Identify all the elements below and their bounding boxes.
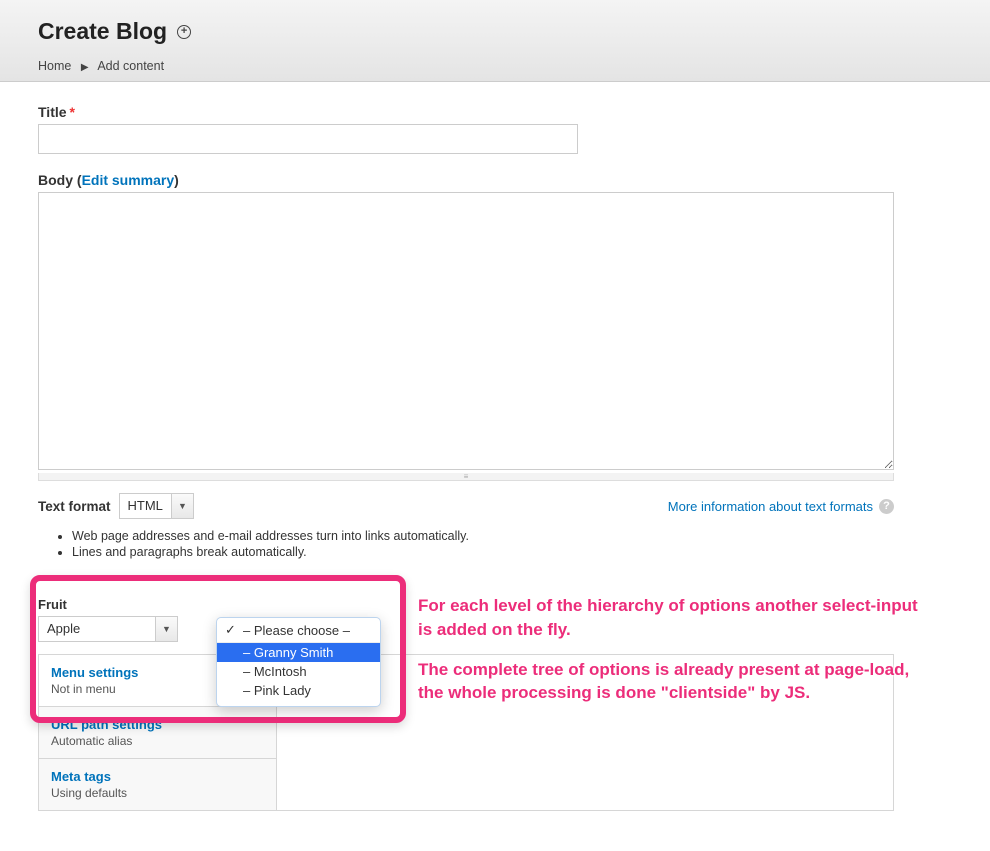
tab-title: Meta tags (51, 769, 264, 784)
fruit-label: Fruit (38, 597, 198, 612)
format-tip: Web page addresses and e-mail addresses … (72, 529, 952, 543)
breadcrumb-add-content[interactable]: Add content (97, 59, 164, 73)
textarea-resize-handle[interactable]: ≡ (38, 473, 894, 481)
annotation-callout: For each level of the hierarchy of optio… (418, 594, 918, 721)
page-title: Create Blog (38, 18, 167, 45)
more-info-link[interactable]: More information about text formats (668, 499, 873, 514)
dropdown-option-mcintosh[interactable]: – McIntosh (217, 662, 380, 681)
body-field: Body (Edit summary) ≡ Text format HTML ▼… (38, 172, 952, 559)
dropdown-placeholder: – Please choose – (243, 623, 350, 638)
breadcrumb-home[interactable]: Home (38, 59, 71, 73)
body-textarea[interactable] (38, 192, 894, 470)
tab-meta-tags[interactable]: Meta tags Using defaults (39, 759, 276, 810)
body-label-prefix: Body ( (38, 172, 82, 188)
tab-subtitle: Using defaults (51, 786, 264, 800)
body-label: Body (Edit summary) (38, 172, 952, 188)
title-label-text: Title (38, 104, 67, 120)
text-format-value: HTML (120, 494, 171, 518)
chevron-right-icon: ▶ (81, 62, 89, 73)
title-field: Title* (38, 104, 952, 154)
tab-url-path-settings[interactable]: URL path settings Automatic alias (39, 707, 276, 759)
checkmark-icon: ✓ (225, 622, 243, 638)
annotation-line-1: For each level of the hierarchy of optio… (418, 594, 918, 642)
title-input[interactable] (38, 124, 578, 154)
dropdown-current[interactable]: ✓ – Please choose – (217, 618, 380, 643)
tab-subtitle: Automatic alias (51, 734, 264, 748)
chevron-down-icon: ▼ (155, 617, 177, 641)
edit-summary-link[interactable]: Edit summary (82, 172, 175, 188)
title-label: Title* (38, 104, 952, 120)
chevron-down-icon: ▼ (171, 494, 193, 518)
add-icon[interactable]: + (177, 25, 191, 39)
fruit-level1-select[interactable]: Apple ▼ (38, 616, 178, 642)
dropdown-option-granny-smith[interactable]: – Granny Smith (217, 643, 380, 662)
breadcrumb: Home ▶ Add content (38, 59, 952, 73)
body-label-suffix: ) (174, 172, 179, 188)
text-format-label: Text format (38, 499, 111, 514)
fruit-level1-value: Apple (39, 617, 155, 641)
text-format-select[interactable]: HTML ▼ (119, 493, 194, 519)
format-tips: Web page addresses and e-mail addresses … (58, 529, 952, 559)
header-bar: Create Blog + Home ▶ Add content (0, 0, 990, 82)
help-icon[interactable]: ? (879, 499, 894, 514)
required-marker: * (70, 104, 75, 120)
annotation-line-2: The complete tree of options is already … (418, 658, 918, 706)
dropdown-option-pink-lady[interactable]: – Pink Lady (217, 681, 380, 700)
format-tip: Lines and paragraphs break automatically… (72, 545, 952, 559)
fruit-level2-dropdown[interactable]: ✓ – Please choose – – Granny Smith – McI… (216, 617, 381, 707)
tab-title: URL path settings (51, 717, 264, 732)
